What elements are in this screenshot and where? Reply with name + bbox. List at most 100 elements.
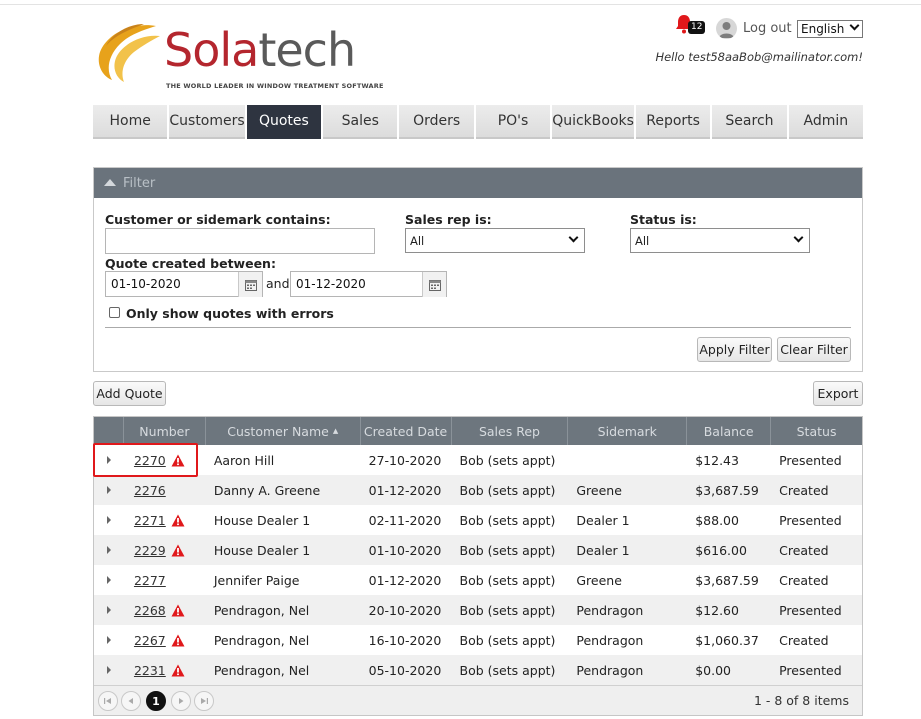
nav-home[interactable]: Home bbox=[93, 105, 168, 139]
nav-search[interactable]: Search bbox=[712, 105, 787, 139]
column-header-balance[interactable]: Balance bbox=[687, 417, 772, 445]
row-expand-cell[interactable] bbox=[94, 595, 124, 625]
created-date-cell: 20-10-2020 bbox=[368, 602, 442, 618]
filter-panel: Filter Customer or sidemark contains: Sa… bbox=[93, 167, 863, 372]
page-button-current[interactable]: 1 bbox=[146, 691, 166, 711]
quote-number-link[interactable]: 2270 bbox=[134, 453, 166, 468]
sidemark-cell: Dealer 1 bbox=[576, 512, 630, 528]
expand-row-icon[interactable] bbox=[106, 486, 111, 494]
error-warning-icon bbox=[171, 454, 185, 466]
quote-number-link[interactable]: 2229 bbox=[134, 543, 166, 558]
errors-only-checkbox[interactable] bbox=[109, 307, 120, 318]
column-header-customer-name[interactable]: Customer Name ▲ bbox=[206, 417, 361, 445]
quote-number-cell: 2277 bbox=[124, 565, 206, 595]
language-select[interactable]: English bbox=[797, 20, 863, 38]
expand-row-icon[interactable] bbox=[106, 516, 111, 524]
balance-cell: $12.43 bbox=[695, 452, 739, 468]
nav-admin[interactable]: Admin bbox=[788, 105, 864, 139]
date-to-field[interactable]: 01-12-2020 bbox=[290, 271, 447, 297]
column-header-sales-rep[interactable]: Sales Rep bbox=[452, 417, 569, 445]
salesrep-filter-label: Sales rep is: bbox=[405, 212, 492, 227]
nav-quickbooks[interactable]: QuickBooks bbox=[552, 105, 634, 139]
expand-row-icon[interactable] bbox=[106, 546, 111, 554]
clear-filter-button[interactable]: Clear Filter bbox=[777, 337, 851, 362]
error-warning-icon bbox=[171, 604, 185, 616]
grid-header: Number Customer Name ▲ Created Date Sales… bbox=[94, 417, 862, 445]
sidemark-cell: Pendragon bbox=[576, 602, 644, 618]
prev-page-icon[interactable] bbox=[121, 691, 141, 711]
row-expand-cell[interactable] bbox=[94, 475, 124, 505]
solatech-logo[interactable]: Solatech THE WORLD LEADER IN WINDOW TREA… bbox=[94, 22, 383, 94]
expand-row-icon[interactable] bbox=[106, 666, 111, 674]
status-select[interactable]: All bbox=[630, 228, 810, 253]
quote-number-link[interactable]: 2277 bbox=[134, 573, 166, 588]
created-date-cell: 27-10-2020 bbox=[368, 452, 442, 468]
column-header-number[interactable]: Number bbox=[124, 417, 206, 445]
logout-link[interactable]: Log out bbox=[743, 21, 792, 36]
customer-filter-label: Customer or sidemark contains: bbox=[105, 212, 331, 227]
apply-filter-button[interactable]: Apply Filter bbox=[697, 337, 772, 362]
quote-number-link[interactable]: 2268 bbox=[134, 603, 166, 618]
date-from-field[interactable]: 01-10-2020 bbox=[105, 271, 263, 297]
row-expand-cell[interactable] bbox=[94, 655, 124, 685]
column-header-sidemark[interactable]: Sidemark bbox=[568, 417, 688, 445]
table-row[interactable]: 2277 Jennifer Paige 01-12-2020 Bob (sets ap… bbox=[94, 565, 862, 595]
status-cell: Presented bbox=[779, 512, 842, 528]
sales-rep-cell: Bob (sets appt) bbox=[459, 542, 556, 558]
created-date-cell: 02-11-2020 bbox=[368, 512, 442, 528]
logo-wordmark: Solatech bbox=[164, 23, 356, 77]
created-date-cell: 01-12-2020 bbox=[368, 482, 442, 498]
export-button[interactable]: Export bbox=[813, 381, 863, 406]
expand-row-icon[interactable] bbox=[106, 456, 111, 464]
row-expand-cell[interactable] bbox=[94, 625, 124, 655]
row-expand-cell[interactable] bbox=[94, 505, 124, 535]
logo-tagline: THE WORLD LEADER IN WINDOW TREATMENT SOF… bbox=[166, 82, 384, 90]
salesrep-select[interactable]: All bbox=[405, 228, 585, 253]
last-page-icon[interactable] bbox=[194, 691, 214, 711]
user-avatar-icon bbox=[716, 18, 737, 39]
calendar-icon[interactable] bbox=[238, 272, 262, 297]
table-row[interactable]: 2271 House Dealer 1 02-11-2020 Bob (sets ap… bbox=[94, 505, 862, 535]
nav-sales[interactable]: Sales bbox=[323, 105, 398, 139]
expand-row-icon[interactable] bbox=[106, 606, 111, 614]
nav-quotes[interactable]: Quotes bbox=[246, 105, 322, 139]
expand-row-icon[interactable] bbox=[106, 576, 111, 584]
sort-ascending-icon: ▲ bbox=[332, 427, 339, 435]
table-row[interactable]: 2231 Pendragon, Nel 05-10-2020 Bob (sets ap… bbox=[94, 655, 862, 685]
quote-number-link[interactable]: 2271 bbox=[134, 513, 166, 528]
row-expand-cell[interactable] bbox=[94, 445, 124, 475]
expand-column-header bbox=[94, 417, 124, 445]
expand-row-icon[interactable] bbox=[106, 636, 111, 644]
customer-filter-input[interactable] bbox=[105, 228, 375, 254]
nav-reports[interactable]: Reports bbox=[635, 105, 711, 139]
row-expand-cell[interactable] bbox=[94, 565, 124, 595]
row-expand-cell[interactable] bbox=[94, 535, 124, 565]
balance-cell: $88.00 bbox=[695, 512, 739, 528]
first-page-icon[interactable] bbox=[98, 691, 118, 711]
nav-pos[interactable]: PO's bbox=[475, 105, 551, 139]
customer-name-cell: House Dealer 1 bbox=[213, 542, 311, 558]
top-divider bbox=[0, 4, 921, 5]
customer-name-cell: Jennifer Paige bbox=[213, 572, 300, 588]
calendar-icon[interactable] bbox=[422, 272, 446, 297]
logo-swoosh-icon bbox=[98, 24, 160, 82]
nav-orders[interactable]: Orders bbox=[399, 105, 474, 139]
next-page-icon[interactable] bbox=[171, 691, 191, 711]
table-row[interactable]: 2268 Pendragon, Nel 20-10-2020 Bob (sets ap… bbox=[94, 595, 862, 625]
quote-number-link[interactable]: 2231 bbox=[134, 663, 166, 678]
column-header-created-date[interactable]: Created Date bbox=[361, 417, 452, 445]
and-label: and bbox=[266, 276, 290, 291]
status-cell: Created bbox=[779, 542, 829, 558]
add-quote-button[interactable]: Add Quote bbox=[93, 381, 166, 406]
customer-name-cell: Aaron Hill bbox=[213, 452, 275, 468]
filter-toggle[interactable]: Filter bbox=[94, 168, 862, 198]
table-row[interactable]: 2229 House Dealer 1 01-10-2020 Bob (sets ap… bbox=[94, 535, 862, 565]
column-header-status[interactable]: Status bbox=[771, 417, 862, 445]
quote-number-link[interactable]: 2276 bbox=[134, 483, 166, 498]
nav-customers[interactable]: Customers bbox=[169, 105, 245, 139]
table-row[interactable]: 2276 Danny A. Greene 01-12-2020 Bob (sets a… bbox=[94, 475, 862, 505]
quote-number-link[interactable]: 2267 bbox=[134, 633, 166, 648]
table-row[interactable]: 2270 Aaron Hill 27-10-2020 Bob (sets appt) $… bbox=[94, 445, 862, 475]
table-row[interactable]: 2267 Pendragon, Nel 16-10-2020 Bob (sets ap… bbox=[94, 625, 862, 655]
filter-title: Filter bbox=[123, 175, 156, 191]
